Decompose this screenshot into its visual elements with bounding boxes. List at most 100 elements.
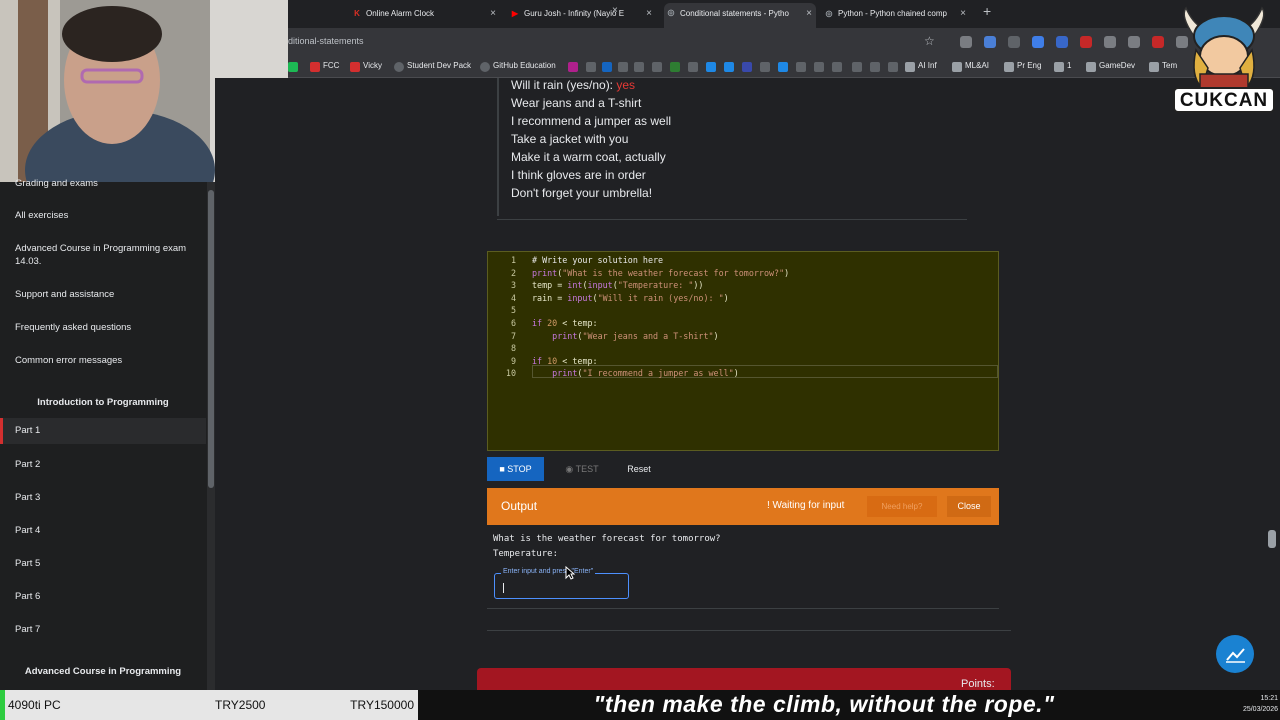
bookmark-icon[interactable]	[832, 62, 842, 72]
close-icon[interactable]: ×	[960, 4, 966, 24]
scrollbar-thumb[interactable]	[208, 190, 214, 488]
sidebar-item-part-2[interactable]: Part 2	[0, 458, 206, 471]
extension-icon[interactable]	[1152, 36, 1164, 48]
sidebar-item-support[interactable]: Support and assistance	[0, 288, 206, 301]
bookmark-ml-ai[interactable]: ML&AI	[965, 61, 989, 70]
extension-icon[interactable]	[1056, 36, 1068, 48]
code-line: if 10 < temp:	[532, 356, 598, 366]
tab-youtube[interactable]: ▶ Guru Josh - Infinity (Nayio E ×	[508, 4, 656, 24]
url-field[interactable]: ditional-statements	[288, 36, 364, 46]
sidebar-scrollbar[interactable]	[207, 182, 215, 690]
extension-icon[interactable]	[1080, 36, 1092, 48]
bookmark-icon[interactable]	[870, 62, 880, 72]
bookmark-icon[interactable]	[778, 62, 788, 72]
page-scrollbar-thumb[interactable]	[1268, 530, 1276, 548]
bookmark-vicky[interactable]: Vicky	[363, 61, 382, 70]
close-button[interactable]: Close	[947, 496, 991, 517]
folder-icon	[1086, 62, 1096, 72]
bookmark-ai-inf[interactable]: AI Inf	[918, 61, 937, 70]
bookmark-icon[interactable]	[688, 62, 698, 72]
divider	[487, 608, 999, 609]
bookmark-icon[interactable]	[618, 62, 628, 72]
output-title: Output	[501, 499, 538, 513]
sidebar-item-part-4[interactable]: Part 4	[0, 524, 206, 537]
sidebar-item-part-1[interactable]: Part 1	[0, 418, 206, 444]
bookmark-icon[interactable]	[670, 62, 680, 72]
line-number: 6	[510, 318, 516, 328]
code-line: # Write your solution here	[532, 255, 664, 265]
extension-icon[interactable]	[1104, 36, 1116, 48]
bookmark-student-dev-pack[interactable]: Student Dev Pack	[407, 61, 471, 70]
sidebar-item-grading[interactable]: Grading and exams	[0, 177, 206, 190]
bookmark-icon[interactable]	[742, 62, 752, 72]
github-icon	[480, 62, 490, 72]
bookmark-icon[interactable]	[760, 62, 770, 72]
tab-chained-comparisons[interactable]: ◎ Python - Python chained comp ×	[822, 4, 970, 24]
tab-conditional-statements[interactable]: ◎ Conditional statements - Pytho ×	[664, 3, 816, 28]
sample-output-line: Make it a warm coat, actually	[511, 150, 666, 164]
bookmark-star-icon[interactable]: ☆	[924, 34, 935, 48]
x-icon[interactable]	[652, 62, 662, 72]
bookmark-icon[interactable]	[814, 62, 824, 72]
code-editor[interactable]: 1 2 3 4 5 6 7 8 9 10 # Write your soluti…	[487, 251, 999, 451]
stop-button[interactable]: ■ STOP	[487, 457, 544, 481]
program-input-field[interactable]	[494, 573, 629, 599]
bookmark-pr-eng[interactable]: Pr Eng	[1017, 61, 1041, 70]
bookmark-icon[interactable]	[706, 62, 716, 72]
progress-chart-button[interactable]	[1216, 635, 1254, 673]
sidebar-item-part-5[interactable]: Part 5	[0, 557, 206, 570]
bookmark-gamedev[interactable]: GameDev	[1099, 61, 1135, 70]
bookmark-icon[interactable]	[586, 62, 596, 72]
line-number: 2	[510, 268, 516, 278]
bookmark-icon[interactable]	[796, 62, 806, 72]
bookmarks-bar: FCC Vicky Student Dev Pack GitHub Educat…	[288, 56, 1280, 78]
close-icon[interactable]: ×	[806, 3, 812, 25]
sidebar-item-part-7[interactable]: Part 7	[0, 623, 206, 636]
close-icon[interactable]: ×	[490, 4, 496, 24]
clock-time: 15:21	[1260, 695, 1278, 702]
mouse-cursor-icon	[565, 566, 575, 580]
sidebar-section-intro[interactable]: Introduction to Programming	[0, 397, 206, 408]
text-caret	[503, 583, 504, 593]
line-number: 9	[510, 356, 516, 366]
extension-icon[interactable]	[960, 36, 972, 48]
sidebar-item-part-3[interactable]: Part 3	[0, 491, 206, 504]
new-tab-button[interactable]: +	[983, 3, 991, 19]
bookmark-fcc[interactable]: FCC	[323, 61, 339, 70]
tab-label: Guru Josh - Infinity (Nayio E	[524, 9, 625, 18]
extension-icon[interactable]	[984, 36, 996, 48]
line-number: 8	[510, 343, 516, 353]
bookmark-1[interactable]: 1	[1067, 61, 1071, 70]
globe-icon: ◎	[667, 8, 675, 17]
sidebar-item-common-errors[interactable]: Common error messages	[0, 354, 206, 367]
bookmark-icon[interactable]	[634, 62, 644, 72]
sidebar-item-faq[interactable]: Frequently asked questions	[0, 321, 206, 334]
bookmark-icon[interactable]	[568, 62, 578, 72]
extension-icon[interactable]	[1008, 36, 1020, 48]
sidebar-item-part-6[interactable]: Part 6	[0, 590, 206, 603]
need-help-button[interactable]: Need help?	[867, 496, 937, 517]
spotify-icon[interactable]	[288, 62, 298, 72]
bookmark-github-education[interactable]: GitHub Education	[493, 61, 556, 70]
bookmark-icon[interactable]	[724, 62, 734, 72]
line-number: 7	[510, 331, 516, 341]
sidebar-section-advanced[interactable]: Advanced Course in Programming	[0, 666, 206, 677]
sample-output-line: Wear jeans and a T-shirt	[511, 96, 642, 110]
code-line: rain = input("Will it rain (yes/no): ")	[532, 293, 729, 303]
extension-icon[interactable]	[1032, 36, 1044, 48]
globe-icon: ◎	[825, 9, 833, 18]
sidebar-item-all-exercises[interactable]: All exercises	[0, 209, 206, 222]
test-button[interactable]: ◉ TEST	[557, 457, 607, 481]
sidebar-item-advanced-exam[interactable]: Advanced Course in Programming exam 14.0…	[0, 242, 200, 268]
line-number: 10	[505, 368, 516, 378]
reset-button[interactable]: Reset	[621, 457, 657, 481]
tab-label: Conditional statements - Pytho	[680, 9, 789, 18]
address-bar: ditional-statements ☆	[288, 28, 1280, 56]
bookmark-icon[interactable]	[888, 62, 898, 72]
bookmark-icon[interactable]	[602, 62, 612, 72]
bookmark-icon[interactable]	[852, 62, 862, 72]
extension-icon[interactable]	[1128, 36, 1140, 48]
close-icon[interactable]: ×	[646, 4, 652, 24]
tab-alarm-clock[interactable]: K Online Alarm Clock ×	[350, 4, 500, 24]
tab-bar: × K Online Alarm Clock × ▶ Guru Josh - I…	[288, 0, 1280, 28]
